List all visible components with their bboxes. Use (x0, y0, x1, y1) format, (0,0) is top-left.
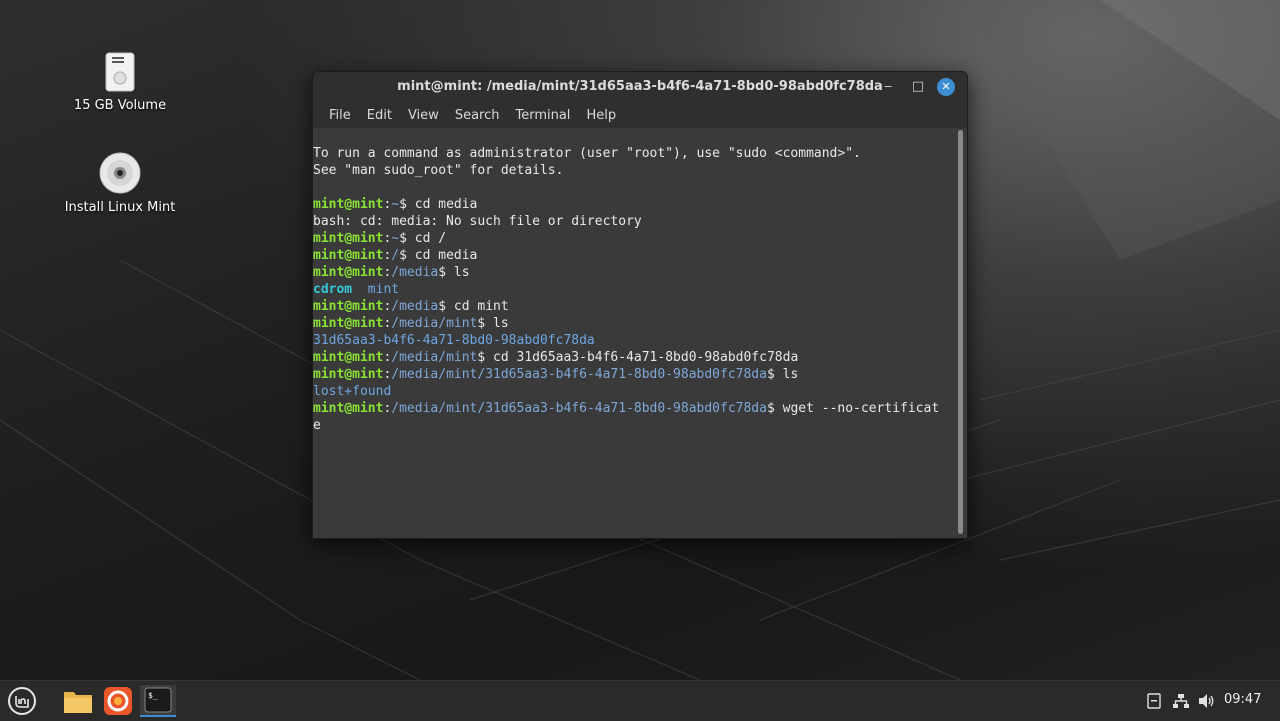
menu-help[interactable]: Help (578, 108, 624, 123)
volume-icon (1199, 694, 1214, 708)
prompt-path: / (391, 248, 400, 263)
drive-icon (105, 52, 135, 92)
prompt-user: mint@mint (313, 316, 384, 331)
prompt-user: mint@mint (313, 367, 384, 382)
prompt-command: $ cd / (399, 231, 447, 246)
prompt-command: $ cd mint (438, 299, 509, 314)
terminal-prompt-line: mint@mint:/media/mint$ cd 31d65aa3-b4f6-… (313, 350, 799, 365)
terminal-prompt-line: mint@mint:/media/mint$ ls (313, 316, 509, 331)
prompt-command: $ ls (438, 265, 470, 280)
terminal-prompt-line: mint@mint:/media$ cd mint (313, 299, 509, 314)
menu-search[interactable]: Search (447, 108, 508, 123)
dir-entry: lost+found (313, 384, 392, 399)
taskbar: $_ 09:47 (0, 680, 1280, 721)
prompt-command: $ cd media (399, 248, 478, 263)
menu-bar: File Edit View Search Terminal Help (313, 102, 967, 128)
minimize-button[interactable]: ‒ (879, 78, 897, 96)
terminal-prompt-line: mint@mint:/media$ ls (313, 265, 470, 280)
terminal-prompt-line: mint@mint:/media/mint/31d65aa3-b4f6-4a71… (313, 367, 799, 382)
prompt-command: $ cd media (399, 197, 478, 212)
terminal-prompt-line: mint@mint:~$ cd media (313, 197, 478, 212)
taskbar-terminal[interactable]: $_ (140, 685, 176, 717)
close-button[interactable]: ✕ (937, 78, 955, 96)
maximize-button[interactable]: □ (909, 78, 927, 96)
prompt-user: mint@mint (313, 248, 384, 263)
prompt-command: $ ls (766, 367, 799, 382)
terminal-prompt-line: mint@mint:~$ cd / (313, 231, 447, 246)
start-menu-button[interactable] (4, 685, 40, 717)
dir-entry: 31d65aa3-b4f6-4a71-8bd0-98abd0fc78da (313, 333, 595, 348)
title-bar[interactable]: mint@mint: /media/mint/31d65aa3-b4f6-4a7… (313, 72, 967, 102)
disc-icon (99, 152, 141, 194)
prompt-command: $ cd 31d65aa3-b4f6-4a71-8bd0-98abd0fc78d… (477, 350, 799, 365)
taskbar-files[interactable] (60, 685, 96, 717)
prompt-path: /media/mint/31d65aa3-b4f6-4a71-8bd0-98ab… (391, 367, 767, 382)
notes-icon (1147, 693, 1161, 709)
prompt-path: /media/mint (391, 350, 478, 365)
svg-text:$_: $_ (148, 691, 158, 700)
dir-entry: mint (367, 282, 400, 297)
desktop-icon-label: 15 GB Volume (73, 98, 167, 113)
terminal-icon: $_ (144, 687, 172, 713)
dir-entry: cdrom (313, 282, 353, 297)
menu-icon (8, 687, 36, 715)
terminal-prompt-line: mint@mint:/media/mint/31d65aa3-b4f6-4a71… (313, 401, 940, 416)
terminal-line: See "man sudo_root" for details. (313, 163, 564, 178)
desktop-icon-volume[interactable]: 15 GB Volume (60, 52, 180, 113)
desktop-icon-install[interactable]: Install Linux Mint (60, 152, 180, 215)
tray-network[interactable] (1172, 681, 1190, 721)
terminal-line: To run a command as administrator (user … (313, 146, 861, 161)
prompt-path: /media (391, 265, 439, 280)
prompt-user: mint@mint (313, 299, 384, 314)
prompt-user: mint@mint (313, 197, 384, 212)
prompt-command: $ wget --no-certificat (766, 401, 940, 416)
prompt-user: mint@mint (313, 350, 384, 365)
prompt-command: $ ls (477, 316, 509, 331)
taskbar-firefox[interactable] (100, 685, 136, 717)
terminal-line: bash: cd: media: No such file or directo… (313, 214, 642, 229)
prompt-user: mint@mint (313, 265, 384, 280)
terminal-scrollbar[interactable] (958, 130, 963, 534)
firefox-icon (104, 687, 132, 715)
clock[interactable]: 09:47 (1224, 692, 1261, 707)
prompt-path: ~ (391, 231, 400, 246)
tray-notes[interactable] (1146, 681, 1162, 721)
desktop-icon-label: Install Linux Mint (64, 200, 176, 215)
menu-terminal[interactable]: Terminal (507, 108, 578, 123)
terminal-window[interactable]: mint@mint: /media/mint/31d65aa3-b4f6-4a7… (312, 71, 968, 539)
tray-volume[interactable] (1198, 681, 1216, 721)
network-icon (1173, 694, 1189, 708)
terminal-input-wrap: e (313, 418, 321, 433)
prompt-path: ~ (391, 197, 400, 212)
terminal-prompt-line: mint@mint:/$ cd media (313, 248, 478, 263)
menu-view[interactable]: View (400, 108, 447, 123)
terminal-output[interactable]: To run a command as administrator (user … (313, 128, 957, 538)
prompt-path: /media (391, 299, 439, 314)
menu-file[interactable]: File (321, 108, 359, 123)
prompt-path: /media/mint (391, 316, 478, 331)
files-icon (64, 692, 92, 713)
window-title: mint@mint: /media/mint/31d65aa3-b4f6-4a7… (397, 79, 883, 94)
prompt-user: mint@mint (313, 231, 384, 246)
menu-edit[interactable]: Edit (359, 108, 400, 123)
prompt-user: mint@mint (313, 401, 384, 416)
terminal-output-line: cdrom mint (313, 281, 957, 298)
prompt-path: /media/mint/31d65aa3-b4f6-4a71-8bd0-98ab… (391, 401, 767, 416)
